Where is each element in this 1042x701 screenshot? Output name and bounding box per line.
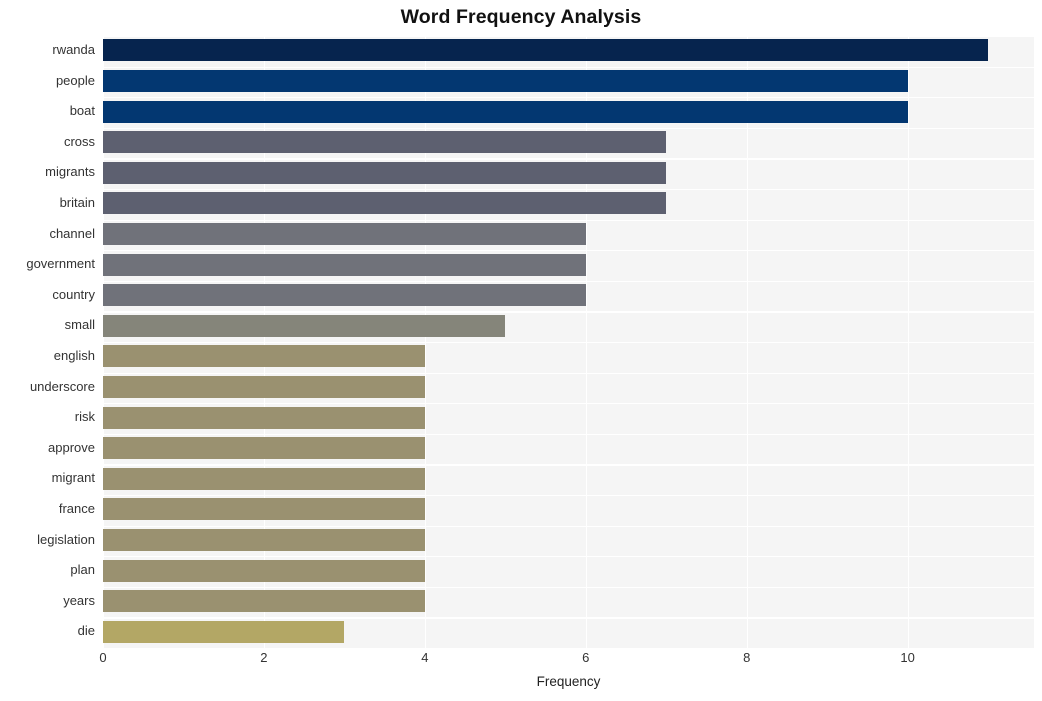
y-tick-label-migrants: migrants: [45, 164, 95, 180]
bar-row: [103, 556, 1034, 585]
bar-rwanda: [103, 39, 989, 62]
bar-row: [103, 311, 1034, 340]
y-tick-label-legislation: legislation: [37, 531, 95, 547]
y-tick-label-france: france: [58, 501, 95, 516]
bar-english: [103, 345, 425, 368]
bar-row: [103, 464, 1034, 493]
bar-government: [103, 253, 586, 276]
x-axis-tick-labels: 0 2 4 6 8 10: [99, 650, 1034, 672]
bar-britain: [103, 192, 667, 215]
bar-small: [103, 314, 506, 337]
bar-row: [103, 617, 1034, 646]
bar-channel: [103, 222, 586, 245]
bar-row: [103, 97, 1034, 126]
y-gridline: [103, 648, 1034, 650]
bar-row: [103, 36, 1034, 65]
bar-row: [103, 403, 1034, 432]
y-tick-label-cross: cross: [63, 133, 95, 149]
bar-country: [103, 284, 586, 307]
y-tick-label-approve: approve: [48, 439, 95, 455]
x-tick-label-4: 4: [421, 650, 429, 665]
bar-row: [103, 158, 1034, 187]
bar-row: [103, 220, 1034, 249]
chart-title: Word Frequency Analysis: [400, 6, 642, 28]
bar-people: [103, 69, 908, 92]
bar-migrants: [103, 161, 667, 184]
bar-row: [103, 342, 1034, 371]
y-tick-label-boat: boat: [69, 103, 95, 119]
x-tick-label-2: 2: [260, 650, 268, 665]
y-tick-label-underscore: underscore: [29, 378, 95, 394]
word-frequency-chart: Word Frequency Analysis rwanda people boat…: [0, 0, 1042, 701]
y-tick-label-government: government: [26, 256, 95, 272]
y-tick-label-years: years: [63, 592, 95, 608]
bar-row: [103, 373, 1034, 402]
plot-area: [103, 36, 1034, 650]
bar-cross: [103, 131, 667, 154]
bar-die: [103, 620, 345, 643]
bar-row: [103, 587, 1034, 616]
bar-series: [103, 36, 1034, 648]
y-tick-label-migrant: migrant: [51, 470, 95, 486]
y-tick-label-english: english: [53, 348, 95, 363]
bar-plan: [103, 559, 425, 582]
y-tick-label-small: small: [64, 317, 95, 333]
bar-row: [103, 128, 1034, 157]
x-tick-label-0: 0: [99, 650, 107, 665]
x-axis-title: Frequency: [536, 674, 601, 689]
bar-approve: [103, 437, 425, 460]
bar-row: [103, 434, 1034, 463]
y-tick-label-channel: channel: [49, 225, 95, 241]
bar-row: [103, 67, 1034, 96]
y-tick-label-people: people: [55, 72, 95, 88]
bar-years: [103, 590, 425, 613]
bar-row: [103, 281, 1034, 310]
x-tick-label-6: 6: [582, 650, 590, 665]
bar-underscore: [103, 375, 425, 398]
bar-boat: [103, 100, 908, 123]
bar-legislation: [103, 528, 425, 551]
bar-row: [103, 189, 1034, 218]
bar-row: [103, 526, 1034, 555]
y-tick-label-country: country: [52, 286, 95, 302]
x-tick-label-8: 8: [743, 650, 751, 665]
bar-france: [103, 498, 425, 521]
y-tick-label-plan: plan: [70, 562, 95, 578]
bar-migrant: [103, 467, 425, 490]
y-tick-label-britain: britain: [59, 195, 95, 210]
x-tick-label-10: 10: [900, 650, 915, 665]
bar-row: [103, 250, 1034, 279]
y-axis-tick-labels: rwanda people boat cross migrants britain chan…: [0, 36, 95, 648]
bar-row: [103, 495, 1034, 524]
y-tick-label-rwanda: rwanda: [52, 42, 95, 57]
y-tick-label-die: die: [77, 623, 95, 639]
y-tick-label-risk: risk: [74, 409, 95, 425]
bar-risk: [103, 406, 425, 429]
